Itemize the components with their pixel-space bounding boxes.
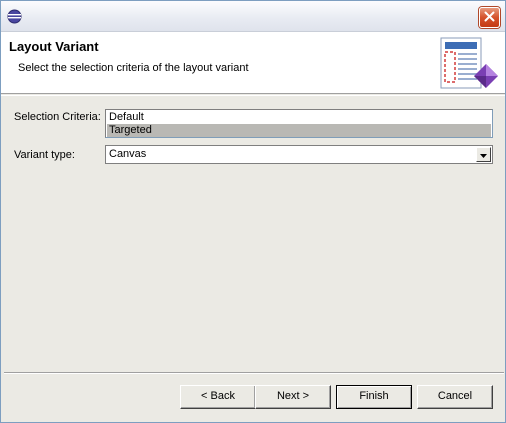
layout-wizard-icon bbox=[438, 36, 502, 92]
variant-dropdown-button[interactable] bbox=[476, 147, 491, 162]
page-description: Select the selection criteria of the lay… bbox=[18, 62, 249, 74]
close-icon bbox=[484, 11, 495, 25]
page-title: Layout Variant bbox=[9, 39, 99, 54]
close-button[interactable] bbox=[479, 7, 500, 28]
header-divider bbox=[1, 95, 505, 96]
selection-criteria-list[interactable]: Default Targeted bbox=[105, 109, 493, 138]
layout-variant-dialog: Layout Variant Select the selection crit… bbox=[0, 0, 506, 423]
wizard-header: Layout Variant Select the selection crit… bbox=[1, 32, 505, 94]
criteria-option-default[interactable]: Default bbox=[107, 111, 491, 124]
button-bar-divider-highlight bbox=[4, 373, 504, 374]
next-button[interactable]: Next > bbox=[255, 385, 331, 409]
cancel-button[interactable]: Cancel bbox=[417, 385, 493, 409]
finish-button-label: Finish bbox=[359, 390, 389, 402]
variant-type-select[interactable]: Canvas bbox=[105, 145, 493, 164]
variant-type-label: Variant type: bbox=[14, 149, 75, 161]
finish-button[interactable]: Finish bbox=[336, 385, 412, 409]
eclipse-icon bbox=[7, 9, 22, 24]
selection-criteria-label: Selection Criteria: bbox=[14, 111, 101, 123]
criteria-option-targeted[interactable]: Targeted bbox=[107, 124, 491, 137]
back-button[interactable]: < Back bbox=[180, 385, 256, 409]
variant-type-value: Canvas bbox=[109, 148, 147, 160]
title-bar[interactable] bbox=[1, 1, 505, 32]
next-button-label: Next > bbox=[276, 390, 310, 402]
back-button-label: < Back bbox=[201, 390, 235, 402]
chevron-down-icon bbox=[480, 149, 487, 161]
cancel-button-label: Cancel bbox=[437, 390, 473, 402]
